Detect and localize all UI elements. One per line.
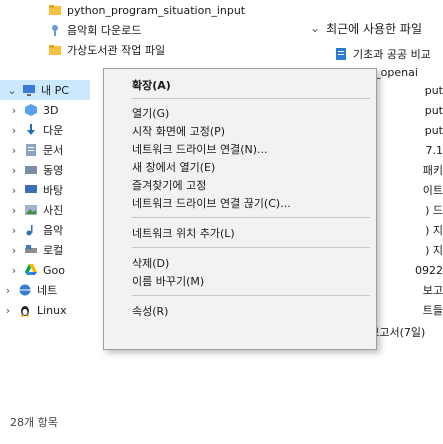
chevron-right-icon: › [11,263,17,277]
list-item[interactable]: put [373,120,443,140]
computer-icon [22,83,36,97]
menu-item-open[interactable]: 열기(G) [104,103,376,123]
chevron-right-icon: › [11,143,17,157]
menu-separator [132,247,370,248]
navigation-pane: ⌄ 내 PC › 3D › 다운 › 문서 › 동영 › 바탕 › 사진 › 음… [0,0,90,444]
sidebar-item-this-pc[interactable]: ⌄ 내 PC [0,80,90,100]
sidebar-item-google-drive[interactable]: › Goo [0,260,90,280]
menu-item-delete[interactable]: 삭제(D) [104,253,376,273]
menu-item-pin-to-quick-access[interactable]: 즐겨찾기에 고정 [104,175,376,195]
sidebar-item-label: 로컬 [43,244,64,257]
sidebar-item-linux[interactable]: › Linux [0,300,90,320]
sidebar-item-pictures[interactable]: › 사진 [0,200,90,220]
list-item[interactable]: put [373,100,443,120]
menu-item-open-in-new-window[interactable]: 새 창에서 열기(E) [104,157,376,177]
chevron-right-icon: › [11,223,17,237]
sidebar-item-network[interactable]: › 네트 [0,280,90,300]
list-item[interactable]: 0922 [373,260,443,280]
video-icon [24,163,38,177]
context-menu: 확장(A) 열기(G) 시작 화면에 고정(P) 네트워크 드라이브 연결(N)… [103,68,377,350]
list-item[interactable]: 패키 [373,160,443,180]
sidebar-item-videos[interactable]: › 동영 [0,160,90,180]
sidebar-item-label: 바탕 [43,184,64,197]
sidebar-item-local-disk[interactable]: › 로컬 [0,240,90,260]
desktop-icon [24,183,38,197]
sidebar-item-label: 내 PC [41,84,69,97]
sidebar-item-label: 문서 [43,144,64,157]
chevron-right-icon: › [11,243,17,257]
menu-item-map-network-drive[interactable]: 네트워크 드라이브 연결(N)... [104,139,376,159]
menu-item-disconnect-network-drive[interactable]: 네트워크 드라이브 연결 끊기(C)... [104,193,376,213]
chevron-right-icon: › [11,203,17,217]
quick-item-label: python_program_situation_input [67,3,246,17]
chevron-right-icon: › [11,103,17,117]
sidebar-item-desktop[interactable]: › 바탕 [0,180,90,200]
sidebar-item-label: 동영 [43,164,64,177]
chevron-right-icon: › [11,123,17,137]
sidebar-item-label: Linux [37,303,67,317]
chevron-right-icon: › [5,303,11,317]
list-item[interactable]: put [373,80,443,100]
list-item[interactable]: 보고 [373,280,443,300]
sidebar-item-label: 네트 [37,284,58,297]
menu-item-properties[interactable]: 속성(R) [104,301,376,321]
menu-item-expand[interactable]: 확장(A) [104,75,376,95]
sidebar-item-label: Goo [43,263,65,277]
document-icon [24,143,38,157]
chevron-right-icon: › [5,283,11,297]
menu-item-add-network-location[interactable]: 네트워크 위치 추가(L) [104,223,376,243]
list-item[interactable]: 7.1 [373,140,443,160]
list-item[interactable]: ) 지 [373,220,443,240]
sidebar-item-music[interactable]: › 음악 [0,220,90,240]
sidebar-item-label: 음악 [43,224,64,237]
drive-icon [24,243,38,257]
status-item-count: 28개 항목 [10,416,58,429]
linux-icon [18,303,32,317]
sidebar-item-label: 다운 [43,124,64,137]
menu-item-rename[interactable]: 이름 바꾸기(M) [104,271,376,291]
menu-separator [132,98,370,99]
sidebar-item-label: 3D [43,103,59,117]
music-icon [24,223,38,237]
list-item[interactable]: 이트 [373,180,443,200]
cube-icon [24,103,38,117]
menu-separator [132,295,370,296]
menu-separator [132,217,370,218]
chevron-right-icon: › [11,183,17,197]
sidebar-item-3d[interactable]: › 3D [0,100,90,120]
chevron-right-icon: › [11,163,17,177]
google-drive-icon [24,263,38,277]
sidebar-item-downloads[interactable]: › 다운 [0,120,90,140]
chevron-down-icon: ⌄ [7,83,17,97]
picture-icon [24,203,38,217]
network-icon [18,283,32,297]
list-item[interactable]: ) 드 [373,200,443,220]
list-item[interactable]: 트들 [373,300,443,320]
download-icon [24,123,38,137]
sidebar-item-label: 사진 [43,204,64,217]
menu-item-pin-to-start[interactable]: 시작 화면에 고정(P) [104,121,376,141]
list-item[interactable]: ) 지 [373,240,443,260]
sidebar-item-documents[interactable]: › 문서 [0,140,90,160]
